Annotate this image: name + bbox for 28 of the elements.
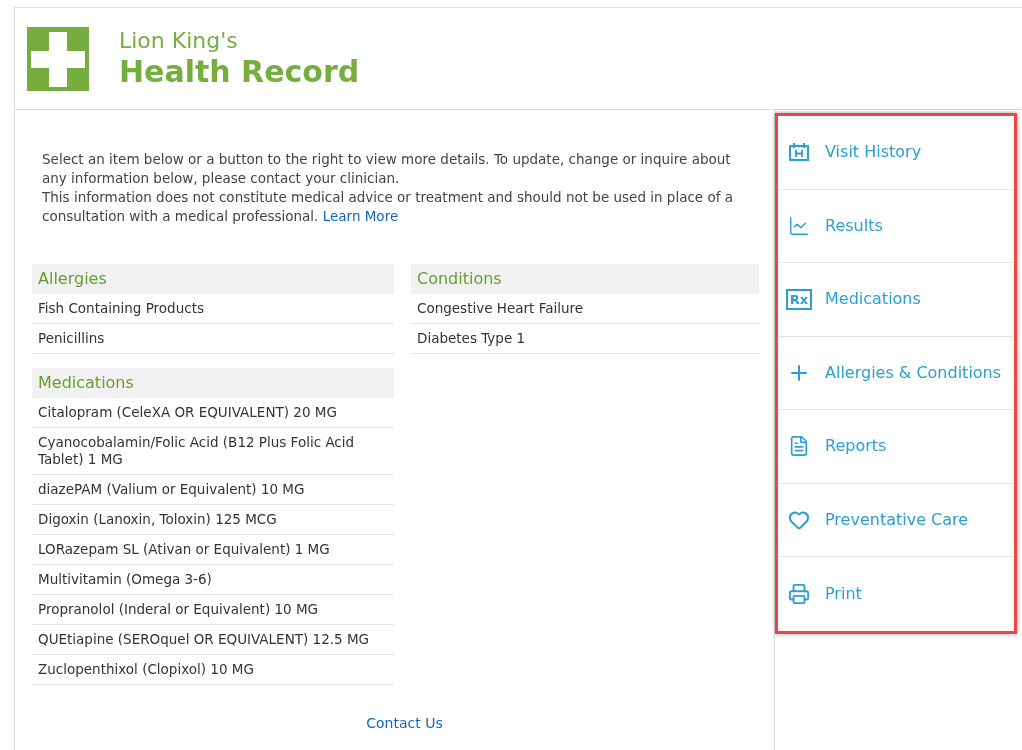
learn-more-link[interactable]: Learn More — [322, 208, 399, 224]
print-icon — [788, 582, 810, 605]
list-item[interactable]: Multivitamin (Omega 3-6) — [32, 565, 394, 595]
disclaimer-text: This information does not constitute medical advice or treatment and should not be used in place of a consultation with a medical professional. Learn More — [42, 188, 735, 226]
intro-text: Select an item below or a button to the right to view more details. To update, change or inquire about any information below, please contact your clinician. — [42, 150, 732, 188]
list-item[interactable]: Propranolol (Inderal or Equivalent) 10 MG — [32, 595, 394, 625]
owner-name: Lion King's — [119, 27, 239, 54]
health-cross-logo — [27, 26, 89, 91]
list-item[interactable]: Cyanocobalamin/Folic Acid (B12 Plus Folic Acid Tablet) 1 MG — [32, 428, 394, 475]
rx-icon: Rx — [785, 288, 813, 310]
list-item[interactable]: Fish Containing Products — [32, 294, 394, 324]
list-item[interactable]: Digoxin (Lanoxin, Toloxin) 125 MCG — [32, 505, 394, 535]
contact-us-link[interactable]: Contact Us — [366, 713, 443, 734]
section-heading: Conditions — [411, 264, 759, 294]
list-item[interactable]: Zuclopenthixol (Clopixol) 10 MG — [32, 655, 394, 685]
page-title: Health Record — [119, 53, 360, 90]
list-item[interactable]: Citalopram (CeleXA OR EQUIVALENT) 20 MG — [32, 398, 394, 428]
list-item[interactable]: Congestive Heart Failure — [411, 294, 759, 324]
list-item[interactable]: diazePAM (Valium or Equivalent) 10 MG — [32, 475, 394, 505]
section-heading: Medications — [32, 368, 394, 398]
document-icon — [788, 435, 810, 458]
list-item[interactable]: Diabetes Type 1 — [411, 324, 759, 354]
calendar-icon — [788, 142, 810, 163]
section-heading: Allergies — [32, 264, 394, 294]
line-chart-icon — [788, 214, 810, 237]
list-item[interactable]: Penicillins — [32, 324, 394, 354]
list-item[interactable]: QUEtiapine (SEROquel OR EQUIVALENT) 12.5 MG — [32, 625, 394, 655]
list-item[interactable]: LORazepam SL (Ativan or Equivalent) 1 MG — [32, 535, 394, 565]
